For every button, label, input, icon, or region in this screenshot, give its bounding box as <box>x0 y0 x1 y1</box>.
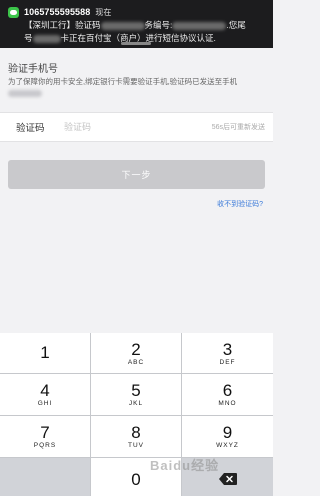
no-code-link[interactable]: 收不到验证码? <box>217 199 263 209</box>
message-icon <box>8 6 19 18</box>
notification-sender: 1065755595588 <box>24 7 91 17</box>
redacted-text <box>172 21 227 30</box>
key-blank <box>0 458 91 496</box>
key-3[interactable]: 3 DEF <box>182 333 273 373</box>
notification-time: 现在 <box>95 7 112 17</box>
key-4[interactable]: 4 GHI <box>0 374 91 415</box>
resend-countdown: 56s后可重新发送 <box>211 124 265 131</box>
banner-grabber[interactable] <box>121 42 151 45</box>
description-text: 为了保障你的用卡安全,绑定银行卡需要验证手机,验证码已发送至手机 <box>8 76 266 98</box>
key-6[interactable]: 6 MNO <box>182 374 273 415</box>
sms-notification-banner[interactable]: 1065755595588 现在 【深圳工行】验证码 务编号: .您尾 号卡正在百付… <box>0 0 273 48</box>
key-2[interactable]: 2 ABC <box>91 333 182 373</box>
code-label: 验证码 <box>16 123 45 134</box>
key-1[interactable]: 1 <box>0 333 91 373</box>
redacted-phone <box>8 89 42 97</box>
watermark: Baidu经验 <box>150 458 220 473</box>
redacted-text <box>32 34 61 43</box>
backspace-icon <box>218 472 237 485</box>
key-5[interactable]: 5 JKL <box>91 374 182 415</box>
verification-code-row: 验证码 56s后可重新发送 <box>0 112 273 142</box>
notification-body: 【深圳工行】验证码 务编号: .您尾 <box>24 20 246 30</box>
numeric-keypad: 1 2 ABC 3 DEF 4 GHI 5 JKL 6 MNO 7 PQRS 8 TUV 9W… <box>0 333 273 496</box>
key-7[interactable]: 7 PQRS <box>0 416 91 457</box>
verification-code-input[interactable] <box>64 122 212 132</box>
next-button[interactable]: 下一步 <box>8 160 265 189</box>
redacted-text <box>100 21 145 30</box>
section-title: 验证手机号 <box>8 64 58 75</box>
key-9[interactable]: 9 WXYZ <box>182 416 273 457</box>
key-8[interactable]: 8 TUV <box>91 416 182 457</box>
